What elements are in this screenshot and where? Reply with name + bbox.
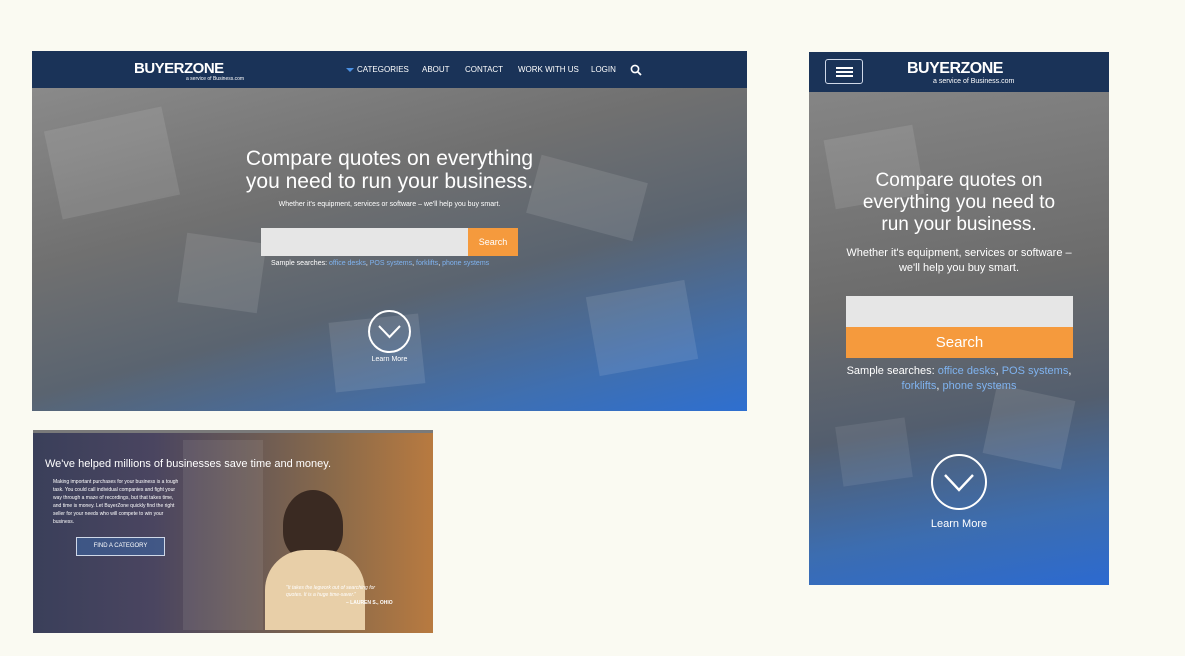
sample-searches: Sample searches: office desks, POS syste… xyxy=(846,365,1072,392)
sample-link[interactable]: office desks xyxy=(938,365,996,377)
search-button[interactable]: Search xyxy=(846,327,1073,358)
learn-more-label[interactable]: Learn More xyxy=(809,518,1109,530)
desktop-screenshot: BUYERZONE a service of Business.com CATE… xyxy=(32,51,747,411)
nav-work-with-us[interactable]: WORK WITH US xyxy=(518,65,579,74)
search-button[interactable]: Search xyxy=(468,228,518,256)
nav-categories[interactable]: CATEGORIES xyxy=(357,65,409,74)
logo[interactable]: BUYERZONE xyxy=(907,60,1003,78)
sample-link[interactable]: phone systems xyxy=(942,380,1016,392)
logo[interactable]: BUYERZONE xyxy=(134,60,224,77)
sample-link[interactable]: phone systems xyxy=(442,260,489,267)
promo-screenshot: We've helped millions of businesses save… xyxy=(33,430,433,633)
sample-link[interactable]: POS systems xyxy=(370,260,412,267)
hamburger-menu-icon[interactable] xyxy=(825,59,863,84)
learn-more-chevron-icon[interactable] xyxy=(368,310,411,353)
learn-more-chevron-icon[interactable] xyxy=(931,454,987,510)
testimonial-quote: "It takes the legwork out of searching f… xyxy=(286,585,376,598)
find-category-button[interactable]: FIND A CATEGORY xyxy=(76,537,165,556)
promo-body: Making important purchases for your busi… xyxy=(53,479,179,525)
learn-more-label[interactable]: Learn More xyxy=(32,356,747,363)
search-input[interactable] xyxy=(846,296,1073,327)
sample-link[interactable]: forklifts xyxy=(902,380,937,392)
hero-subhead: Whether it's equipment, services or soft… xyxy=(846,247,1072,274)
sample-searches: Sample searches: office desks, POS syste… xyxy=(271,260,490,267)
search-icon[interactable] xyxy=(630,64,642,76)
logo-tagline: a service of Business.com xyxy=(933,78,1015,85)
nav-login[interactable]: LOGIN xyxy=(591,65,616,74)
caret-down-icon xyxy=(346,68,354,72)
testimonial-author: – LAUREN S., OHIO xyxy=(346,600,393,606)
hero-headline: Compare quotes on everything you need to… xyxy=(245,147,534,193)
sample-link[interactable]: POS systems xyxy=(1002,365,1069,377)
hero-subhead: Whether it's equipment, services or soft… xyxy=(278,201,501,208)
nav-about[interactable]: ABOUT xyxy=(422,65,450,74)
promo-headline: We've helped millions of businesses save… xyxy=(45,458,332,470)
mobile-screenshot: BUYERZONE a service of Business.com Comp… xyxy=(809,52,1109,585)
hero-headline: Compare quotes on everything you need to… xyxy=(862,170,1056,235)
sample-link[interactable]: forklifts xyxy=(416,260,438,267)
top-nav: BUYERZONE a service of Business.com CATE… xyxy=(32,51,747,88)
search-input[interactable] xyxy=(261,228,468,256)
top-divider xyxy=(33,430,433,433)
logo-tagline: a service of Business.com xyxy=(186,76,245,82)
nav-contact[interactable]: CONTACT xyxy=(465,65,503,74)
top-nav: BUYERZONE a service of Business.com xyxy=(809,52,1109,92)
sample-link[interactable]: office desks xyxy=(329,260,366,267)
